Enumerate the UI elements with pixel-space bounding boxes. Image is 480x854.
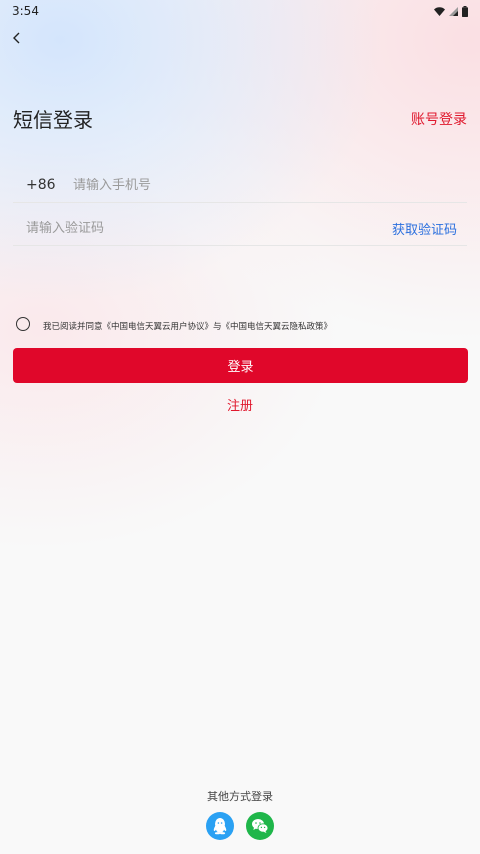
code-field: 获取验证码 (13, 212, 467, 246)
status-icons (434, 5, 468, 17)
other-login-label: 其他方式登录 (207, 790, 273, 803)
register-link[interactable]: 注册 (0, 395, 480, 414)
agreement-row: 我已阅读并同意《中国电信天翼云用户协议》与《中国电信天翼云隐私政策》 (16, 316, 332, 332)
qq-login-button[interactable] (206, 812, 234, 840)
verification-code-input[interactable] (26, 221, 392, 236)
wechat-icon (252, 819, 269, 833)
battery-icon (462, 5, 468, 17)
login-button[interactable]: 登录 (13, 348, 468, 383)
get-code-button[interactable]: 获取验证码 (392, 219, 457, 238)
status-bar: 3:54 (0, 0, 480, 22)
back-arrow-icon (13, 32, 20, 44)
phone-field: +86 (13, 168, 467, 203)
social-login-options (0, 812, 480, 840)
agreement-checkbox[interactable] (16, 317, 30, 331)
back-button[interactable] (8, 28, 28, 48)
page-title: 短信登录 (13, 108, 93, 132)
agreement-text: 我已阅读并同意《中国电信天翼云用户协议》与《中国电信天翼云隐私政策》 (43, 322, 333, 332)
wechat-login-button[interactable] (246, 812, 274, 840)
account-login-link[interactable]: 账号登录 (411, 109, 467, 129)
qq-icon (213, 818, 227, 835)
country-code-selector[interactable]: +86 (26, 177, 61, 193)
status-time: 3:54 (12, 4, 39, 18)
signal-icon (449, 6, 458, 16)
phone-input[interactable] (73, 177, 467, 193)
wifi-icon (434, 6, 445, 16)
